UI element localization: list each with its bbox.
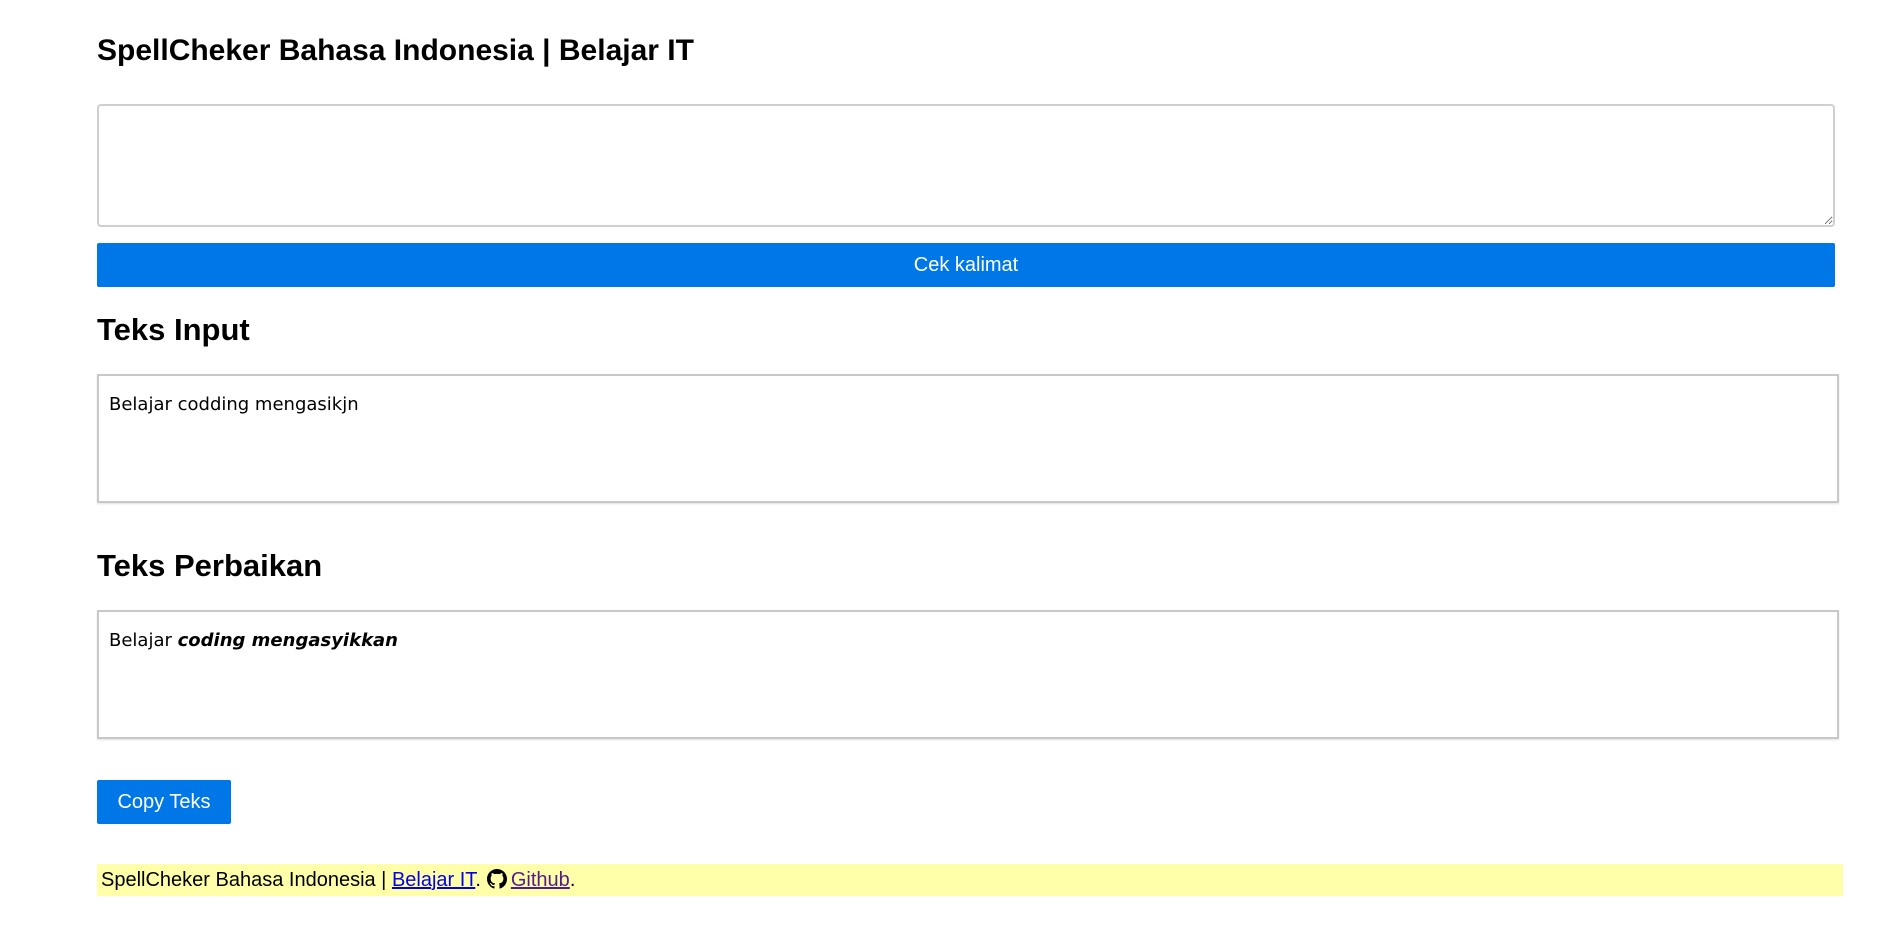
footer-separator: .: [475, 869, 481, 891]
footer-suffix: .: [569, 869, 576, 891]
corrected-text-plain: Belajar: [109, 630, 178, 651]
footer-prefix: SpellCheker Bahasa Indonesia |: [101, 869, 392, 891]
input-text-box: Belajar codding mengasikjn: [97, 374, 1839, 503]
github-icon: [486, 867, 507, 889]
input-text-content: Belajar codding mengasikjn: [109, 394, 359, 415]
belajar-it-link[interactable]: Belajar IT: [392, 869, 475, 891]
input-text-heading: Teks Input: [97, 312, 250, 347]
copy-text-button[interactable]: Copy Teks: [97, 780, 231, 824]
corrected-text-highlight: coding mengasyikkan: [177, 630, 398, 651]
footer: SpellCheker Bahasa Indonesia | Belajar I…: [97, 864, 1843, 896]
github-link[interactable]: Github: [511, 869, 570, 891]
corrected-text-heading: Teks Perbaikan: [97, 548, 323, 583]
page-title: SpellCheker Bahasa Indonesia | Belajar I…: [97, 34, 694, 67]
check-sentence-button[interactable]: Cek kalimat: [97, 243, 1835, 287]
text-input-area[interactable]: [97, 104, 1835, 227]
corrected-text-box: Belajar coding mengasyikkan: [97, 610, 1839, 739]
